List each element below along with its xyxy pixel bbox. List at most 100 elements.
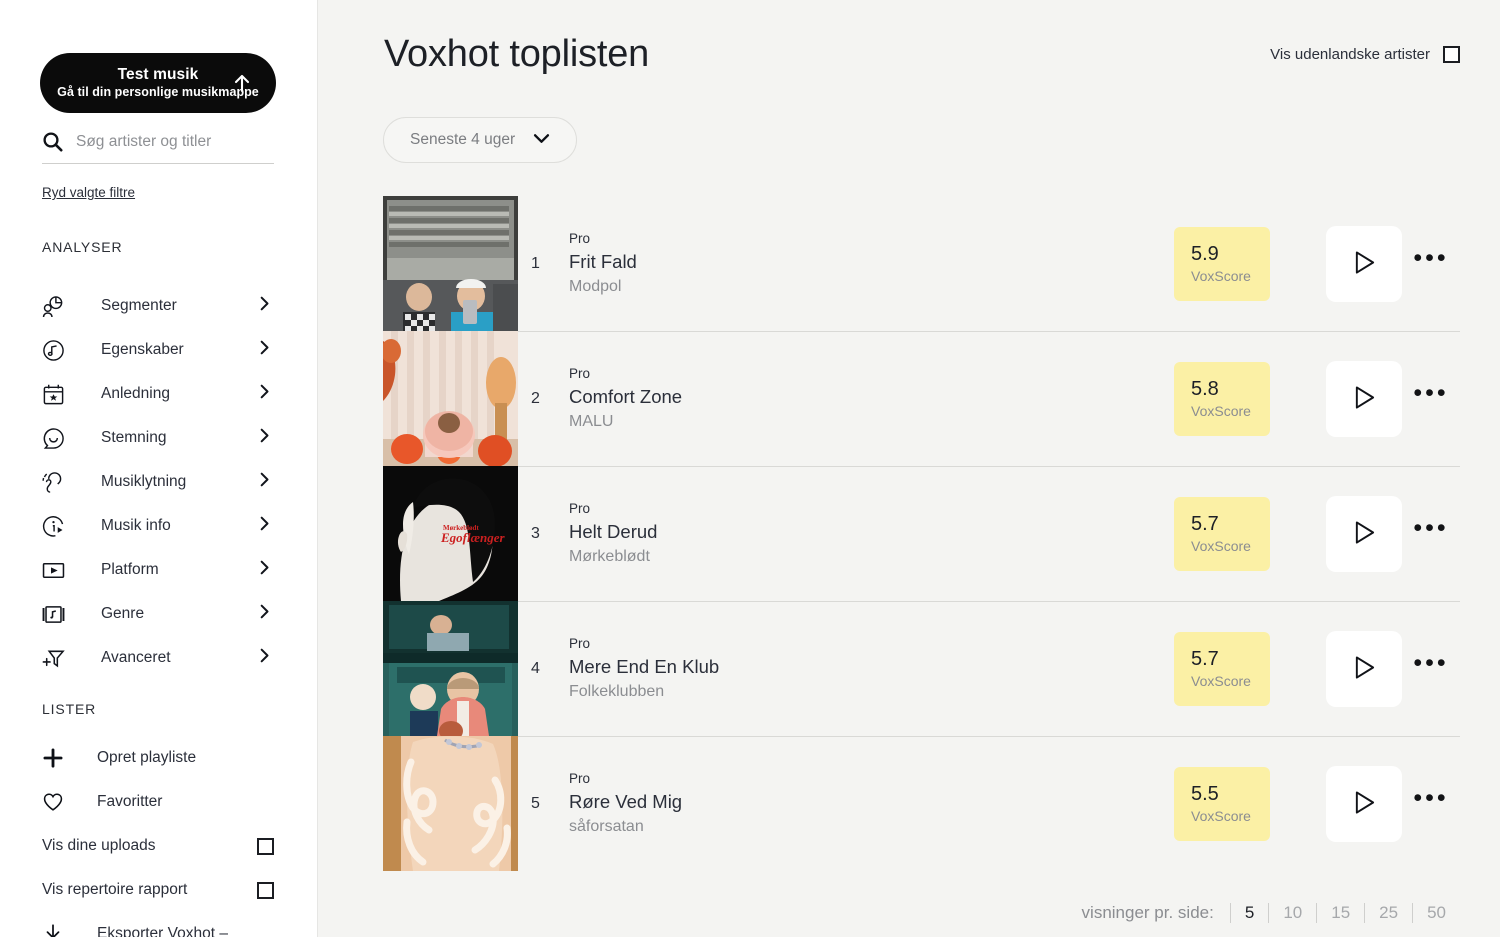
album-art-thumbnail [383, 331, 518, 466]
play-icon [1353, 655, 1376, 683]
sidebar-item-segmenter[interactable]: Segmenter [42, 284, 274, 328]
chevron-right-icon [260, 648, 270, 668]
track-artist: såforsatan [569, 818, 644, 835]
chevron-down-icon [533, 131, 550, 149]
info-circle-icon [42, 515, 68, 538]
test-music-button[interactable]: Test musik Gå til din personlige musikma… [40, 53, 276, 113]
table-row[interactable]: 1 Pro Frit Fald Modpol 5.9 VoxScore ••• [383, 196, 1460, 331]
table-row[interactable]: 5 Pro Røre Ved Mig såforsatan 5.5 VoxSco… [383, 736, 1460, 871]
ear-listening-icon [42, 471, 68, 494]
track-tag: Pro [569, 366, 591, 381]
more-options-button[interactable]: ••• [1402, 766, 1460, 842]
more-options-button[interactable]: ••• [1402, 226, 1460, 302]
sidebar-item-label: Stemning [101, 429, 167, 447]
more-icon: ••• [1413, 783, 1449, 812]
more-options-button[interactable]: ••• [1402, 631, 1460, 707]
play-button[interactable] [1326, 630, 1402, 707]
track-meta: Pro Mere End En Klub Folkeklubben [553, 601, 1174, 736]
download-icon [42, 923, 68, 937]
arrow-up-icon [232, 73, 252, 93]
sidebar-item-stemning[interactable]: Stemning [42, 416, 274, 460]
checkbox-label: Vis udenlandske artister [1270, 46, 1430, 63]
album-art-thumbnail [383, 196, 518, 331]
chevron-right-icon [260, 472, 270, 492]
sidebar-item-label: Platform [101, 561, 159, 579]
track-artist: Modpol [569, 278, 622, 295]
sidebar-item-avanceret[interactable]: Avanceret [42, 636, 274, 680]
clear-filters-link[interactable]: Ryd valgte filtre [42, 185, 135, 200]
table-row[interactable]: 2 Pro Comfort Zone MALU 5.8 VoxScore ••• [383, 331, 1460, 466]
plus-icon [42, 747, 68, 769]
test-music-subtitle: Gå til din personlige musikmappe [57, 85, 259, 99]
search-input[interactable] [76, 132, 266, 151]
chevron-right-icon [260, 384, 270, 404]
more-options-button[interactable]: ••• [1402, 496, 1460, 572]
track-meta: Pro Helt Derud Mørkeblødt [553, 466, 1174, 601]
checkbox-label: Vis repertoire rapport [42, 881, 188, 898]
checkbox-vis-udenlandske-artister[interactable]: Vis udenlandske artister [1270, 46, 1460, 63]
chevron-right-icon [260, 428, 270, 448]
play-button[interactable] [1326, 360, 1402, 437]
play-button[interactable] [1326, 495, 1402, 572]
play-button[interactable] [1326, 225, 1402, 302]
voxscore-value: 5.7 [1191, 648, 1219, 670]
checkbox-box[interactable] [257, 881, 274, 899]
track-rank: 2 [531, 389, 540, 407]
play-icon [1353, 790, 1376, 818]
sidebar-item-egenskaber[interactable]: Egenskaber [42, 328, 274, 372]
period-filter-dropdown[interactable]: Seneste 4 uger [383, 117, 578, 163]
lister-nav: Opret playliste Favoritter Vis dine uplo… [42, 736, 274, 937]
track-tag: Pro [569, 231, 591, 246]
section-label-analyser: ANALYSER [42, 239, 123, 255]
voxscore-value: 5.5 [1191, 783, 1219, 805]
table-row[interactable]: 4 Pro Mere End En Klub Folkeklubben 5.7 … [383, 601, 1460, 736]
sidebar-item-musik-info[interactable]: Musik info [42, 504, 274, 548]
sidebar-item-opret-playliste[interactable]: Opret playliste [42, 736, 274, 780]
checkbox-box[interactable] [257, 837, 274, 855]
svg-text:Egoflænger: Egoflænger [440, 530, 506, 545]
play-button[interactable] [1326, 765, 1402, 842]
page-size-option-50[interactable]: 50 [1412, 903, 1460, 923]
track-rank: 3 [531, 524, 540, 542]
heart-icon [42, 791, 68, 813]
checkbox-vis-repertoire-rapport[interactable]: Vis repertoire rapport [42, 868, 274, 912]
table-row[interactable]: Mørkeblødt Egoflænger 3 Pro Helt Derud M… [383, 466, 1460, 601]
track-title: Frit Fald [569, 251, 637, 272]
filter-plus-icon [42, 647, 68, 670]
sidebar-item-anledning[interactable]: Anledning [42, 372, 274, 416]
chevron-right-icon [260, 296, 270, 316]
section-label-lister: LISTER [42, 701, 97, 717]
sidebar-item-label: Musiklytning [101, 473, 187, 491]
checkbox-box[interactable] [1443, 46, 1460, 63]
track-title: Røre Ved Mig [569, 791, 683, 812]
list-item-label: Opret playliste [97, 749, 197, 766]
play-icon [1353, 385, 1376, 413]
track-title: Mere End En Klub [569, 656, 720, 677]
pagination-label: visninger pr. side: [1081, 903, 1214, 922]
page-size-option-25[interactable]: 25 [1364, 903, 1412, 923]
sidebar-item-musiklytning[interactable]: Musiklytning [42, 460, 274, 504]
list-item-label: Eksporter Voxhot – [97, 925, 228, 937]
page-size-option-5[interactable]: 5 [1229, 903, 1268, 923]
sidebar-item-favoritter[interactable]: Favoritter [42, 780, 274, 824]
voxscore-badge: 5.8 VoxScore [1174, 361, 1270, 436]
player-screen-icon [42, 559, 68, 582]
sidebar-item-genre[interactable]: Genre [42, 592, 274, 636]
chevron-right-icon [260, 340, 270, 360]
checkbox-vis-dine-uploads[interactable]: Vis dine uploads [42, 824, 274, 868]
track-title: Helt Derud [569, 521, 658, 542]
smiley-chat-icon [42, 427, 68, 450]
sidebar-item-eksporter-voxhot[interactable]: Eksporter Voxhot – [42, 912, 274, 937]
genre-film-note-icon [42, 603, 68, 626]
sidebar-item-platform[interactable]: Platform [42, 548, 274, 592]
sidebar-item-label: Egenskaber [101, 341, 184, 359]
page-size-option-10[interactable]: 10 [1268, 903, 1316, 923]
track-tag: Pro [569, 771, 591, 786]
sidebar-item-label: Musik info [101, 517, 171, 535]
voxscore-label: VoxScore [1191, 673, 1251, 689]
search-bar[interactable] [42, 130, 274, 164]
page-size-option-15[interactable]: 15 [1316, 903, 1364, 923]
voxscore-badge: 5.7 VoxScore [1174, 631, 1270, 706]
more-options-button[interactable]: ••• [1402, 361, 1460, 437]
track-tag: Pro [569, 501, 591, 516]
